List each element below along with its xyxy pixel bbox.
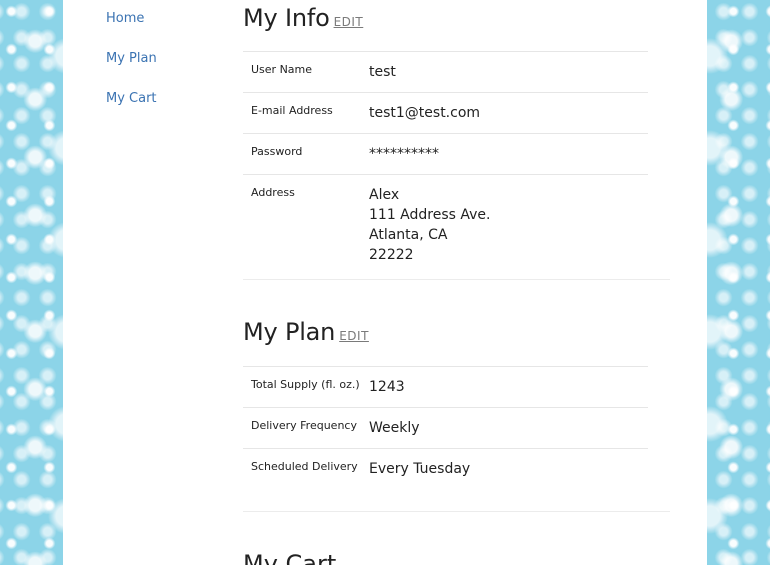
password-label: Password <box>251 145 303 158</box>
address-line-zip: 22222 <box>369 247 414 263</box>
table-row: E-mail Address test1@test.com <box>243 93 648 134</box>
total-supply-label: Total Supply (fl. oz.) <box>251 378 360 391</box>
email-label: E-mail Address <box>251 104 333 117</box>
my-plan-header: My Plan EDIT <box>243 318 670 352</box>
my-info-table: User Name test E-mail Address test1@test… <box>243 52 648 275</box>
scheduled-delivery-value: Every Tuesday <box>369 461 471 477</box>
address-line-city-state: Atlanta, CA <box>369 227 448 243</box>
my-plan-table: Total Supply (fl. oz.) 1243 Delivery Fre… <box>243 367 648 489</box>
content-panel: Home My Plan My Cart My Info EDIT User N… <box>63 0 707 565</box>
my-plan-section: My Plan EDIT Total Supply (fl. oz.) 1243… <box>243 318 670 489</box>
sidebar-link-my-plan[interactable]: My Plan <box>106 51 246 67</box>
address-value: Alex 111 Address Ave. Atlanta, CA 22222 <box>369 175 648 276</box>
my-info-header: My Info EDIT <box>243 4 670 38</box>
table-row: Address Alex 111 Address Ave. Atlanta, C… <box>243 175 648 276</box>
delivery-frequency-label: Delivery Frequency <box>251 419 357 432</box>
table-row: Scheduled Delivery Every Tuesday <box>243 449 648 490</box>
sidebar-link-my-cart[interactable]: My Cart <box>106 91 246 107</box>
section-divider <box>243 279 670 280</box>
my-plan-edit-link[interactable]: EDIT <box>339 329 369 343</box>
password-value: ********** <box>369 146 439 162</box>
total-supply-value: 1243 <box>369 379 405 395</box>
scheduled-delivery-label: Scheduled Delivery <box>251 460 358 473</box>
my-plan-title: My Plan <box>243 318 336 346</box>
table-row: Password ********** <box>243 134 648 175</box>
user-name-label: User Name <box>251 63 313 76</box>
section-divider <box>243 511 670 512</box>
table-row: Total Supply (fl. oz.) 1243 <box>243 367 648 408</box>
address-label: Address <box>251 186 295 199</box>
my-cart-title: My Cart <box>243 550 337 565</box>
user-name-value: test <box>369 64 396 80</box>
my-info-edit-link[interactable]: EDIT <box>334 15 364 29</box>
table-row: User Name test <box>243 52 648 93</box>
email-value: test1@test.com <box>369 105 481 121</box>
sidebar-nav: Home My Plan My Cart <box>106 11 246 131</box>
table-row: Delivery Frequency Weekly <box>243 408 648 449</box>
address-line-street: 111 Address Ave. <box>369 207 491 223</box>
my-info-section: My Info EDIT User Name test E-mail Addre… <box>243 4 670 275</box>
sidebar-link-home[interactable]: Home <box>106 11 246 27</box>
address-line-name: Alex <box>369 187 400 203</box>
my-info-title: My Info <box>243 4 330 32</box>
delivery-frequency-value: Weekly <box>369 420 420 436</box>
